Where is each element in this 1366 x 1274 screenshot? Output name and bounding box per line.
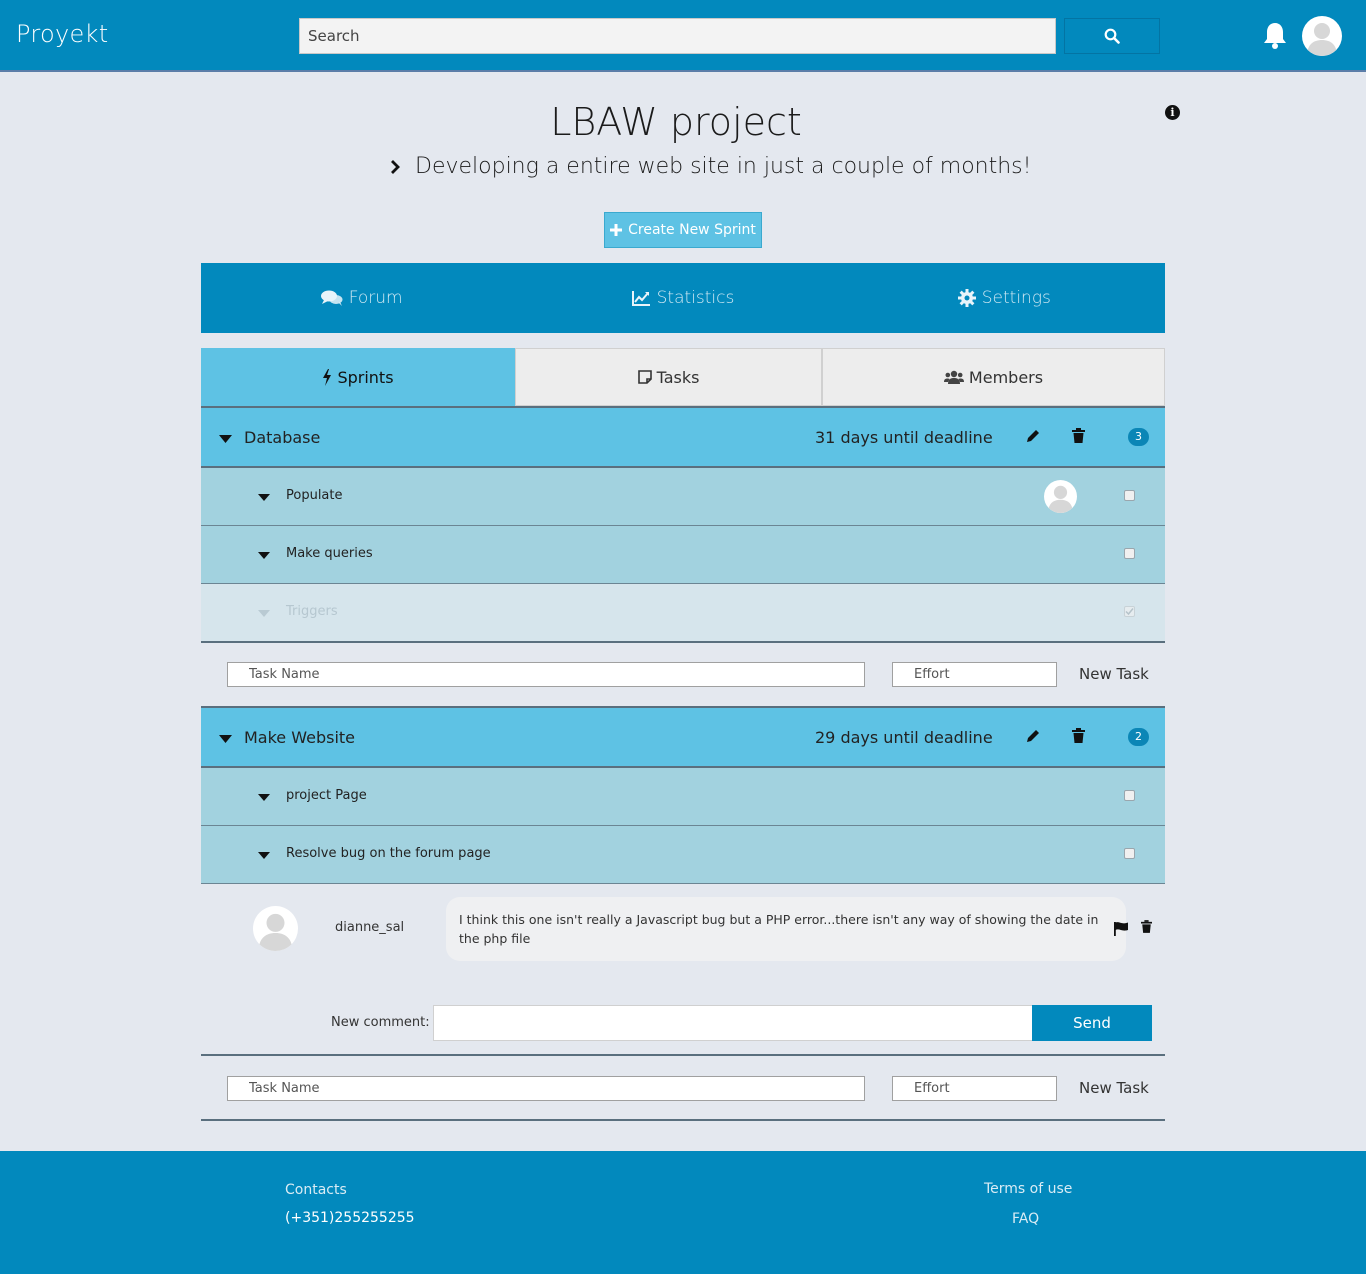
assignee-avatar[interactable] [1044,480,1077,513]
pencil-icon[interactable] [1025,428,1041,444]
comment-author[interactable]: dianne_sal [335,920,404,935]
sprint-deadline: 31 days until deadline [815,428,993,447]
caret-down-icon[interactable] [219,735,232,743]
search-input[interactable] [299,18,1056,54]
caret-down-icon[interactable] [258,794,270,801]
effort-input[interactable] [892,1076,1057,1101]
sticky-note-icon [637,370,652,384]
bell-icon[interactable] [1262,21,1288,49]
task-complete-checkbox[interactable] [1124,606,1135,617]
divider [201,1054,1165,1056]
bolt-icon [323,368,332,386]
effort-input[interactable] [892,662,1057,687]
faq-link[interactable]: FAQ [1012,1211,1039,1227]
pencil-icon[interactable] [1025,728,1041,744]
new-task-button[interactable]: New Task [1079,1079,1149,1097]
new-task-button[interactable]: New Task [1079,665,1149,683]
tab-tasks-label: Tasks [656,367,700,387]
chevron-right-icon [391,159,400,174]
divider [201,1119,1165,1121]
new-task-form: New Task [201,643,1165,707]
trash-icon[interactable] [1141,920,1152,933]
gear-icon [957,289,976,307]
task-name: Triggers [286,604,338,619]
tab-statistics[interactable]: Statistics [522,263,843,333]
create-sprint-label: Create New Sprint [628,222,756,238]
project-title: LBAW project [550,100,802,144]
task-name-input[interactable] [227,1076,865,1101]
caret-down-icon[interactable] [258,610,270,617]
tab-settings-label: Settings [981,288,1051,308]
task-complete-checkbox[interactable] [1124,848,1135,859]
comment-bubble: I think this one isn't really a Javascri… [446,897,1126,961]
sub-tabs: Sprints Tasks Members [201,348,1165,406]
search-button[interactable] [1064,18,1160,54]
search-icon [1104,28,1120,44]
brand-logo[interactable]: Proyekt [16,20,108,48]
tab-members[interactable]: Members [822,348,1165,406]
new-task-form: New Task [201,1057,1165,1121]
tab-settings[interactable]: Settings [844,263,1165,333]
caret-down-icon[interactable] [219,435,232,443]
sprint-header[interactable]: Make Website 29 days until deadline 2 [201,706,1165,768]
tab-tasks[interactable]: Tasks [515,348,822,406]
caret-down-icon[interactable] [258,552,270,559]
sprint-deadline: 29 days until deadline [815,728,993,747]
tab-members-label: Members [968,367,1044,387]
comments-icon [320,290,343,306]
user-silhouette-icon [1307,23,1337,56]
new-comment-label: New comment: [331,1015,430,1030]
task-complete-checkbox[interactable] [1124,490,1135,501]
trash-icon[interactable] [1072,428,1085,443]
sprint-name: Database [244,428,321,447]
users-icon [943,370,964,384]
task-row[interactable]: project Page [201,768,1165,826]
user-silhouette-icon [1048,485,1073,513]
tab-sprints[interactable]: Sprints [201,348,515,406]
task-count-badge: 2 [1128,728,1149,746]
task-row[interactable]: Make queries [201,526,1165,584]
send-comment-button[interactable]: Send [1032,1005,1152,1041]
plus-icon [610,224,623,236]
tab-statistics-label: Statistics [656,288,735,308]
task-row[interactable]: Populate [201,468,1165,526]
task-row[interactable]: Resolve bug on the forum page [201,826,1165,884]
info-icon[interactable]: i [1165,105,1180,120]
terms-of-use-link[interactable]: Terms of use [984,1181,1072,1197]
task-name: Make queries [286,546,373,561]
phone-number: (+351)255255255 [285,1210,415,1226]
task-count-badge: 3 [1128,428,1149,446]
tab-forum[interactable]: Forum [201,263,522,333]
trash-icon[interactable] [1072,728,1085,743]
task-complete-checkbox[interactable] [1124,548,1135,559]
contacts-label: Contacts [285,1182,347,1198]
task-name-input[interactable] [227,662,865,687]
line-chart-icon [631,291,650,306]
user-avatar[interactable] [1302,16,1342,56]
project-description-text: Developing a entire web site in just a c… [415,154,1032,179]
tab-forum-label: Forum [348,288,403,308]
task-row-completed[interactable]: Triggers [201,584,1165,643]
create-sprint-button[interactable]: Create New Sprint [604,212,762,248]
task-name: Populate [286,488,343,503]
project-nav-bar: Forum Statistics Settings [201,263,1165,333]
sprint-header[interactable]: Database 31 days until deadline 3 [201,406,1165,468]
caret-down-icon[interactable] [258,494,270,501]
tab-sprints-label: Sprints [337,367,394,387]
new-comment-input[interactable] [433,1005,1033,1041]
check-icon [1125,608,1134,616]
user-silhouette-icon [258,913,293,951]
flag-icon[interactable] [1113,921,1129,936]
sprint-name: Make Website [244,728,356,747]
top-navbar: Proyekt [0,0,1366,72]
task-complete-checkbox[interactable] [1124,790,1135,801]
caret-down-icon[interactable] [258,852,270,859]
task-name: Resolve bug on the forum page [286,846,491,861]
footer: Contacts (+351)255255255 Terms of use FA… [0,1151,1366,1274]
commenter-avatar[interactable] [253,906,298,951]
project-description: Developing a entire web site in just a c… [390,154,1031,179]
task-name: project Page [286,788,367,803]
